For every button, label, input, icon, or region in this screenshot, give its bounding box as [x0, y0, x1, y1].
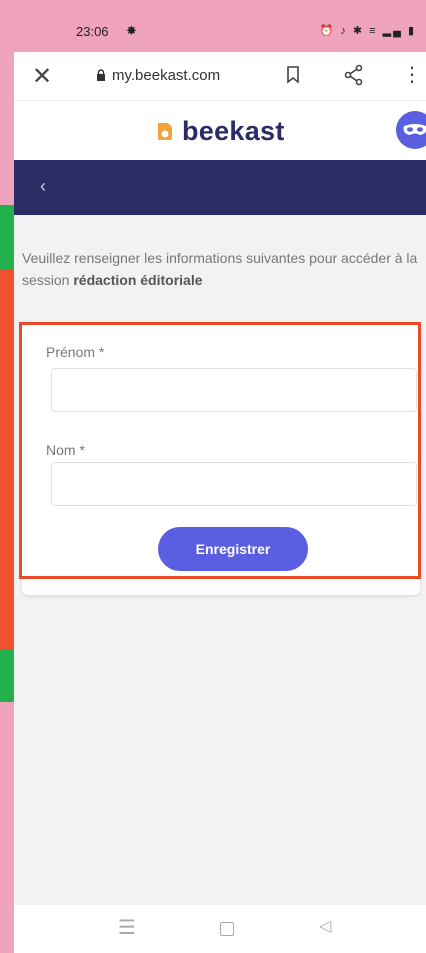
menu-icon[interactable]: ☰	[118, 915, 136, 940]
app-header: beekast	[14, 100, 426, 161]
last-name-input[interactable]	[51, 462, 417, 506]
back-triangle-icon[interactable]: ◁	[319, 916, 331, 936]
share-icon[interactable]	[344, 64, 364, 86]
session-name: rédaction éditoriale	[73, 272, 203, 288]
more-vertical-icon[interactable]: ⋮	[402, 62, 422, 87]
beekast-logo-icon	[158, 123, 172, 140]
save-button[interactable]: Enregistrer	[158, 527, 308, 571]
lock-icon	[97, 69, 105, 81]
status-icons: ⏰ ♪ ✱ ≡ ▂▄ ▮	[319, 25, 416, 37]
url-text[interactable]: my.beekast.com	[112, 67, 220, 84]
status-time: 23:06	[76, 24, 109, 39]
nav-bar: ‹	[14, 160, 426, 215]
side-marker-orange	[0, 270, 14, 650]
first-name-input[interactable]	[51, 368, 417, 412]
bookmark-icon[interactable]	[286, 66, 300, 84]
phone-screen: 23:06 ✸ ⏰ ♪ ✱ ≡ ▂▄ ▮ ✕ my.beekast.com ⋮ …	[14, 0, 426, 953]
browser-toolbar: ✕ my.beekast.com ⋮	[14, 52, 426, 100]
first-name-label: Prénom *	[46, 344, 105, 360]
brand-logo[interactable]: beekast	[154, 116, 285, 146]
last-name-label: Nom *	[46, 442, 85, 458]
intro-text: Veuillez renseigner les informations sui…	[22, 247, 422, 291]
bug-icon: ✸	[126, 23, 137, 38]
mask-avatar-icon[interactable]	[396, 111, 426, 149]
back-icon[interactable]: ‹	[40, 176, 46, 197]
system-nav-bar: ☰ ◁	[14, 905, 426, 953]
registration-form: Prénom * Nom * Enregistrer	[22, 322, 420, 595]
home-icon[interactable]	[220, 922, 234, 936]
status-bar: 23:06 ✸ ⏰ ♪ ✱ ≡ ▂▄ ▮	[14, 0, 426, 52]
side-marker-green	[0, 205, 14, 270]
side-marker-green-lower	[0, 650, 14, 702]
brand-name: beekast	[182, 115, 285, 146]
close-icon[interactable]: ✕	[32, 62, 52, 91]
